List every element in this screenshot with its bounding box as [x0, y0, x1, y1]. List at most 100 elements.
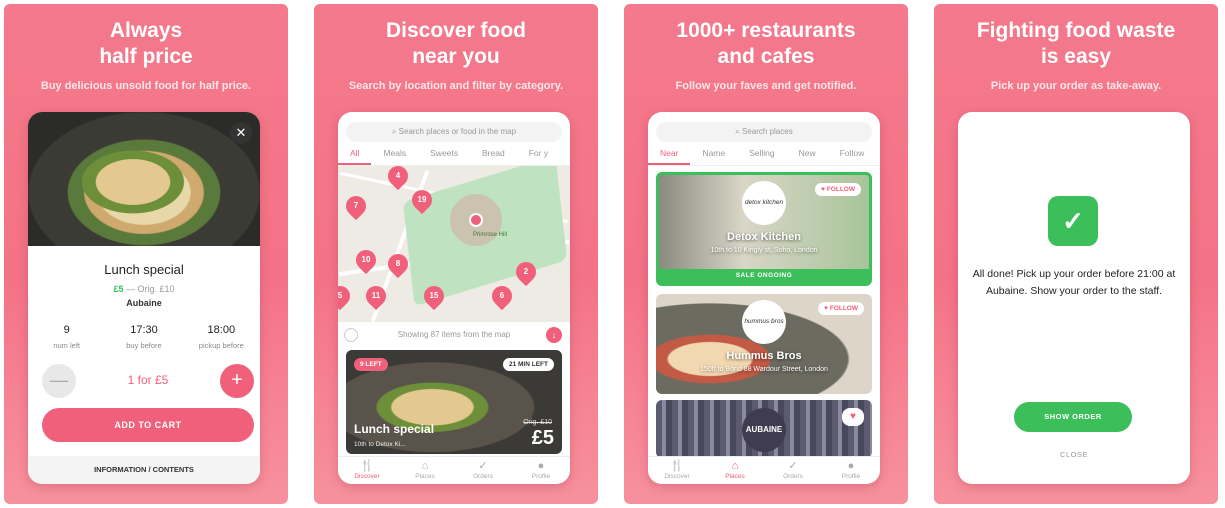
promo-panel-discover: Discover food near you Search by locatio… — [314, 4, 598, 504]
arrow-down-icon[interactable]: ↓ — [546, 327, 562, 343]
panel-subtitle: Search by location and filter by categor… — [348, 80, 564, 92]
stat-buy-before: 17:30 buy before — [105, 324, 182, 350]
home-icon: ⌂ — [731, 460, 739, 472]
orig-price: Orig. £10 — [523, 419, 552, 426]
price-orig: — Orig. £10 — [126, 284, 175, 294]
nav-discover[interactable]: 🍴 Discover — [338, 457, 396, 484]
offer-title: Lunch special — [354, 422, 435, 436]
promo-panel-half-price: Always half price Buy delicious unsold f… — [4, 4, 288, 504]
map-pin[interactable]: 5 — [338, 281, 355, 311]
nav-label: Orders — [473, 473, 493, 480]
offer-card[interactable]: 9 LEFT 21 MIN LEFT Orig. £10 Lunch speci… — [346, 350, 562, 454]
map-pin[interactable]: 19 — [407, 185, 437, 215]
follow-button[interactable]: ♥ FOLLOW — [815, 183, 861, 196]
restaurant-logo: hummus bros — [742, 300, 786, 344]
stat-label: buy before — [126, 341, 162, 350]
bottom-nav: 🍴 Discover ⌂ Places ✓ Orders ● Profile — [338, 456, 570, 484]
tab-near[interactable]: Near — [648, 148, 691, 165]
person-icon: ● — [847, 460, 855, 472]
information-contents-link[interactable]: INFORMATION / CONTENTS — [28, 456, 260, 484]
search-placeholder: Search places or food in the map — [398, 127, 517, 136]
map-pin[interactable]: 8 — [383, 249, 413, 279]
stat-value: 9 — [63, 324, 70, 336]
map-pin[interactable]: 11 — [361, 281, 391, 311]
panel-title: Fighting food waste is easy — [976, 19, 1176, 68]
panel-title: Discover food near you — [385, 19, 527, 68]
offer-address: 10th to Detox Ki... — [354, 441, 406, 448]
nav-label: Profile — [531, 473, 551, 480]
restaurant-card[interactable]: detox kitchen ♥ FOLLOW Detox Kitchen 10t… — [656, 172, 872, 286]
nav-discover[interactable]: 🍴 Discover — [648, 457, 706, 484]
panel-title: Always half price — [99, 19, 193, 68]
item-price: £5 — Orig. £10 — [28, 284, 260, 294]
nav-orders[interactable]: ✓ Orders — [454, 457, 512, 484]
nav-places[interactable]: ⌂ Places — [396, 457, 454, 484]
tab-follow[interactable]: Follow — [828, 148, 877, 165]
check-circle-icon: ✓ — [478, 460, 488, 472]
stat-num-left: 9 num left — [28, 324, 105, 350]
food-image — [28, 112, 260, 246]
phone-screen-confirmation: ✓ All done! Pick up your order before 21… — [958, 112, 1190, 484]
search-input[interactable]: ⌕ Search places or food in the map — [346, 122, 562, 142]
show-order-button[interactable]: SHOW ORDER — [1014, 402, 1132, 432]
nav-profile[interactable]: ● Profile — [822, 457, 880, 484]
map-pin[interactable]: 10 — [351, 245, 381, 275]
restaurant-name: Detox Kitchen — [727, 231, 801, 243]
nav-profile[interactable]: ● Profile — [512, 457, 570, 484]
stat-pickup-before: 18:00 pickup before — [183, 324, 260, 350]
person-icon: ● — [537, 460, 545, 472]
stat-value: 18:00 — [207, 324, 236, 336]
fork-knife-icon: 🍴 — [360, 460, 374, 472]
nav-label: Discover — [354, 473, 380, 480]
map-pin[interactable]: 7 — [341, 191, 371, 221]
offer-price: £5 — [531, 427, 554, 449]
restaurant-address: 10th to 10 Kingly st, Soho, London — [710, 247, 818, 254]
panel-subtitle: Follow your faves and get notified. — [675, 80, 857, 92]
phone-screen-product: ✕ Lunch special £5 — Orig. £10 Aubaine 9… — [28, 112, 260, 484]
nav-places[interactable]: ⌂ Places — [706, 457, 764, 484]
bottom-nav: 🍴 Discover ⌂ Places ✓ Orders ● Profile — [648, 456, 880, 484]
promo-panel-food-waste: Fighting food waste is easy Pick up your… — [934, 4, 1218, 504]
sort-tabs: Near Name Selling New Follow — [648, 148, 880, 166]
follow-button[interactable]: ♥ FOLLOW — [818, 302, 864, 315]
search-placeholder: Search places — [742, 127, 793, 136]
search-input[interactable]: ⌕ Search places — [656, 122, 872, 142]
tab-meals[interactable]: Meals — [371, 148, 418, 165]
map-view[interactable]: Primrose Hill 4 7 19 10 8 2 11 15 6 5 — [338, 166, 570, 322]
tab-for-you[interactable]: For y — [517, 148, 560, 165]
panel-subtitle: Pick up your order as take-away. — [990, 80, 1162, 92]
heart-icon[interactable]: ♥ — [842, 408, 864, 426]
map-pin[interactable]: 6 — [487, 281, 517, 311]
check-circle-icon: ✓ — [788, 460, 798, 472]
close-button[interactable]: CLOSE — [958, 450, 1190, 459]
nav-label: Orders — [783, 473, 803, 480]
nav-label: Profile — [841, 473, 861, 480]
tab-bread[interactable]: Bread — [470, 148, 517, 165]
item-stats: 9 num left 17:30 buy before 18:00 pickup be… — [28, 324, 260, 350]
sale-ongoing-banner: SALE ONGOING — [659, 269, 869, 283]
add-to-cart-button[interactable]: ADD TO CART — [42, 408, 254, 442]
restaurant-card[interactable]: hummus bros ♥ FOLLOW Hummus Bros 150ft t… — [656, 294, 872, 394]
map-pin[interactable]: 15 — [419, 281, 449, 311]
search-icon: ⌕ — [735, 127, 740, 136]
tab-new[interactable]: New — [787, 148, 828, 165]
nav-orders[interactable]: ✓ Orders — [764, 457, 822, 484]
restaurant-name: Hummus Bros — [726, 350, 802, 362]
restaurant-card[interactable]: AUBAINE ♥ — [656, 400, 872, 458]
tab-name[interactable]: Name — [690, 148, 737, 165]
restaurant-logo: AUBAINE — [742, 408, 786, 452]
tab-sweets[interactable]: Sweets — [418, 148, 470, 165]
phone-screen-map: ⌕ Search places or food in the map All M… — [338, 112, 570, 484]
increase-button[interactable]: + — [220, 364, 254, 398]
fork-knife-icon: 🍴 — [670, 460, 684, 472]
stat-value: 17:30 — [130, 324, 158, 336]
map-pin[interactable]: 2 — [511, 257, 541, 287]
tab-all[interactable]: All — [338, 148, 372, 165]
phone-screen-places: ⌕ Search places Near Name Selling New Fo… — [648, 112, 880, 484]
map-label: Primrose Hill — [473, 232, 508, 238]
price-new: £5 — [113, 284, 124, 294]
search-icon: ⌕ — [391, 127, 397, 136]
category-tabs: All Meals Sweets Bread For y — [338, 148, 570, 166]
close-button[interactable]: ✕ — [230, 122, 252, 144]
tab-selling[interactable]: Selling — [737, 148, 787, 165]
